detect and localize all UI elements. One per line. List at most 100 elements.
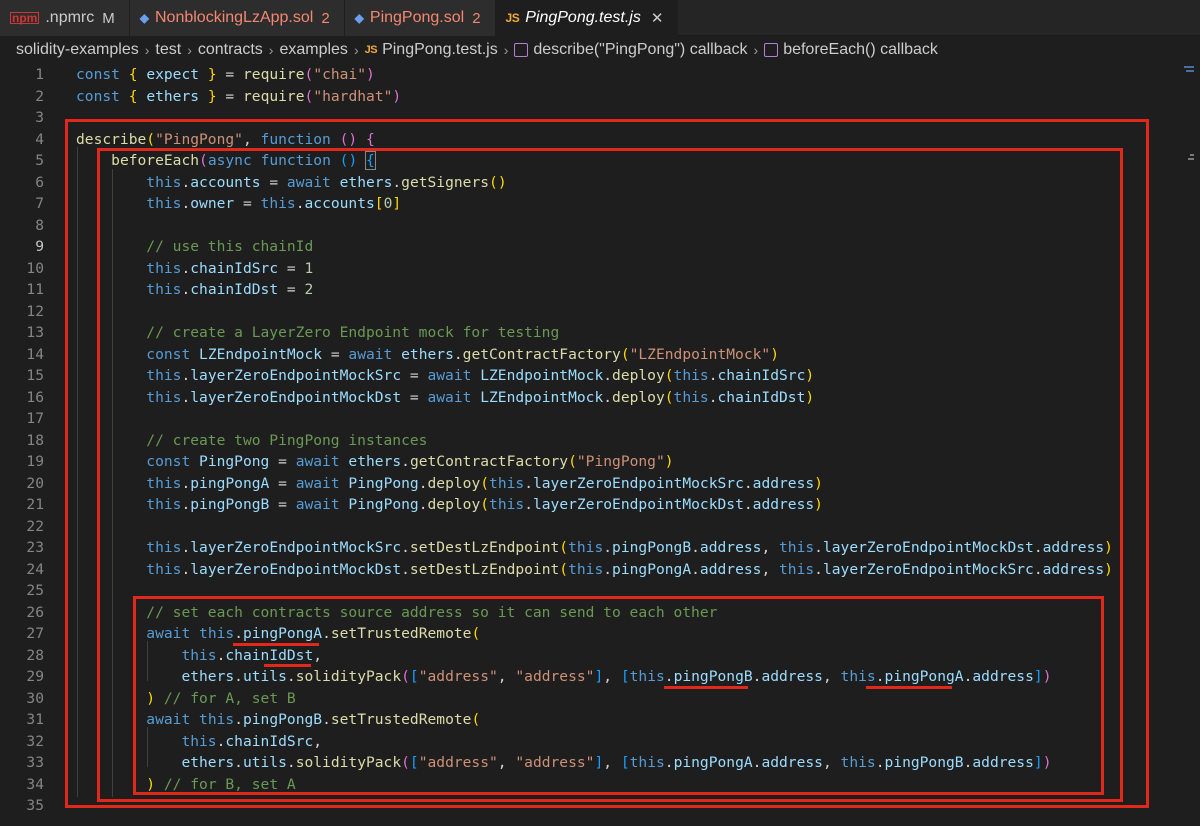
code-line[interactable]: 12 [0, 301, 1190, 323]
code-line[interactable]: 31 await this.pingPongB.setTrustedRemote… [0, 709, 1190, 731]
code-line[interactable]: 9 // use this chainId [0, 236, 1190, 258]
code-token: [ [620, 754, 630, 771]
code-token: . [664, 754, 674, 771]
breadcrumb-item[interactable]: test [155, 41, 181, 59]
chevron-right-icon: › [353, 42, 359, 58]
code-line[interactable]: 35 [0, 795, 1190, 817]
code-line[interactable]: 34 ) // for B, set A [0, 774, 1190, 796]
tab-pingpong-test-js[interactable]: JS PingPong.test.js ✕ [495, 0, 679, 36]
code-line[interactable]: 21 this.pingPongB = await PingPong.deplo… [0, 494, 1190, 516]
code-token: layerZeroEndpointMockSrc [190, 539, 402, 556]
code-token: await [295, 496, 340, 513]
code-token: "chai" [313, 66, 367, 83]
code-line[interactable]: 26 // set each contracts source address … [0, 602, 1190, 624]
code-line[interactable]: 18 // create two PingPong instances [0, 430, 1190, 452]
code-token: this [146, 388, 182, 406]
code-line[interactable]: 22 [0, 516, 1190, 538]
code-line[interactable]: 27 await this.pingPongA.setTrustedRemote… [0, 623, 1190, 645]
tab-nonblockinglzapp-sol[interactable]: ◆ NonblockingLzApp.sol 2 [129, 0, 345, 36]
code-line[interactable]: 24 this.layerZeroEndpointMockDst.setDest… [0, 559, 1190, 581]
code-line[interactable]: 17 [0, 408, 1190, 430]
code-line[interactable]: 10 this.chainIdSrc = 1 [0, 258, 1190, 280]
code-line[interactable]: 3 [0, 107, 1190, 129]
code-line[interactable]: 5 beforeEach(async function () { [0, 150, 1190, 172]
code-line[interactable]: 19 const PingPong = await ethers.getCont… [0, 451, 1190, 473]
code-token: await [427, 367, 472, 384]
code-line[interactable]: 7 this.owner = this.accounts[0] [0, 193, 1190, 215]
code-token: ) [814, 474, 823, 492]
code-line[interactable]: 15 this.layerZeroEndpointMockSrc = await… [0, 365, 1190, 387]
code-token: . [181, 173, 191, 191]
close-icon[interactable]: ✕ [651, 9, 664, 27]
code-token: deploy [612, 367, 665, 384]
code-token: function [260, 130, 331, 148]
code-line[interactable]: 4 describe("PingPong", function () { [0, 129, 1190, 151]
code-token: this [489, 474, 525, 492]
code-token: ) [664, 453, 674, 470]
code-line[interactable]: 13 // create a LayerZero Endpoint mock f… [0, 322, 1190, 344]
code-token: . [875, 754, 885, 771]
code-line[interactable]: 8 [0, 215, 1190, 237]
code-text: this.pingPongB = await PingPong.deploy(t… [76, 494, 823, 516]
code-token: expect [146, 66, 200, 83]
tab-label: NonblockingLzApp.sol [154, 9, 314, 26]
tab-npmrc[interactable]: npm .npmrc M [0, 0, 130, 36]
tab-pingpong-sol[interactable]: ◆ PingPong.sol 2 [344, 0, 496, 36]
code-token: . [181, 367, 191, 384]
code-line[interactable]: 14 const LZEndpointMock = await ethers.g… [0, 344, 1190, 366]
code-token: ( [471, 625, 481, 642]
code-token: this [146, 195, 182, 212]
code-token: pingPongA [190, 474, 270, 492]
code-token: = [216, 66, 243, 83]
code-token: chainIdSrc [717, 367, 806, 384]
tab-label: PingPong.sol [369, 9, 465, 26]
code-line[interactable]: 2 const { ethers } = require("hardhat") [0, 86, 1190, 108]
code-editor[interactable]: 1 const { expect } = require("chai") 2 cons… [0, 63, 1200, 826]
code-line[interactable]: 29 ethers.utils.solidityPack(["address",… [0, 666, 1190, 688]
code-token: layerZeroEndpointMockDst [190, 560, 402, 578]
breadcrumb-symbol[interactable]: beforeEach() callback [783, 41, 938, 59]
code-text: const { ethers } = require("hardhat") [76, 86, 401, 108]
code-token: , [313, 732, 323, 750]
code-token: . [286, 668, 296, 685]
code-line[interactable]: 28 this.chainIdDst, [0, 645, 1190, 667]
code-line[interactable]: 25 [0, 580, 1190, 602]
breadcrumb-item[interactable]: examples [279, 41, 347, 59]
code-line[interactable]: 6 this.accounts = await ethers.getSigner… [0, 172, 1190, 194]
code-token: ethers [401, 345, 454, 363]
code-token: chainIdDst [717, 388, 806, 406]
code-text: this.layerZeroEndpointMockSrc.setDestLzE… [76, 537, 1113, 559]
code-token: . [743, 496, 753, 513]
code-token: require [243, 66, 305, 83]
code-line[interactable]: 23 this.layerZeroEndpointMockSrc.setDest… [0, 537, 1190, 559]
code-line[interactable]: 16 this.layerZeroEndpointMockDst = await… [0, 387, 1190, 409]
code-line[interactable]: 1 const { expect } = require("chai") [0, 64, 1190, 86]
breadcrumb-symbol[interactable]: describe("PingPong") callback [533, 41, 747, 59]
code-token: pingPongA [242, 625, 323, 642]
code-line[interactable]: 33 ethers.utils.solidityPack(["address",… [0, 752, 1190, 774]
code-token: , [497, 668, 516, 685]
breadcrumb-file[interactable]: PingPong.test.js [382, 41, 498, 59]
breadcrumb-item[interactable]: contracts [198, 41, 263, 59]
code-line[interactable]: 30 ) // for A, set B [0, 688, 1190, 710]
code-text: // use this chainId [76, 236, 313, 258]
code-token: ) [366, 66, 375, 83]
code-token: utils [242, 668, 287, 685]
code-line[interactable]: 32 this.chainIdSrc, [0, 731, 1190, 753]
line-number: 19 [26, 453, 44, 470]
code-token: this [673, 367, 709, 384]
code-text: ethers.utils.solidityPack(["address", "a… [76, 666, 1051, 688]
code-token: address [699, 539, 762, 556]
code-token: this [181, 732, 217, 750]
code-token: this [146, 367, 182, 384]
code-line[interactable]: 20 this.pingPongA = await PingPong.deplo… [0, 473, 1190, 495]
code-token: ] [594, 754, 604, 771]
breadcrumb-item[interactable]: solidity-examples [16, 41, 139, 59]
code-token: this [260, 195, 296, 212]
code-line[interactable]: 11 this.chainIdDst = 2 [0, 279, 1190, 301]
